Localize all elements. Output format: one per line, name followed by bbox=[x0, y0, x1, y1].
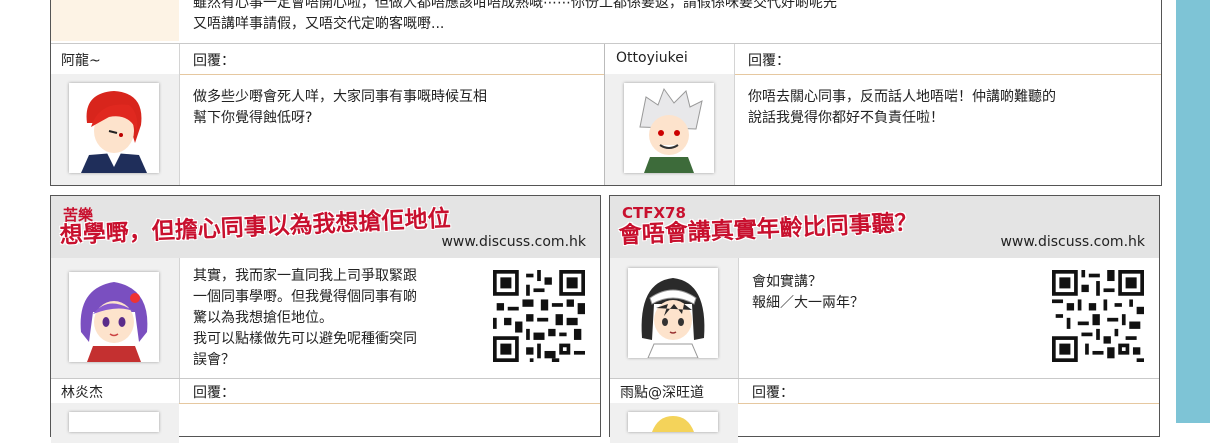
divider bbox=[179, 379, 180, 403]
avatar[interactable] bbox=[624, 83, 714, 173]
reply-username[interactable]: 雨點@深旺道 bbox=[620, 382, 704, 402]
divider bbox=[738, 379, 739, 403]
reply-post-text-right: 你唔去關心同事，反而話人地唔啱！仲講啲難聽的 說話我覺得你都好不負責任啦！ bbox=[748, 87, 1148, 129]
reply-label-left: 回覆： bbox=[193, 53, 235, 69]
divider bbox=[179, 44, 180, 74]
reply-header-row: 雨點@深旺道 回覆： bbox=[610, 378, 1159, 404]
divider bbox=[734, 44, 735, 74]
post-line: 誤會？ bbox=[193, 352, 235, 368]
thread-card-left: 苦樂 想學嘢，但擔心同事以為我想搶佢地位 www.discuss.com.hk … bbox=[50, 195, 601, 443]
post-line: 一個同事學嘢。但我覺得個同事有啲 bbox=[193, 289, 417, 305]
post-line: 報細／大一兩年？ bbox=[752, 295, 864, 311]
top-post-line: 又唔講咩事請假，又唔交代定啲客嘅嘢... bbox=[193, 16, 445, 32]
reply-post-text-left: 做多些少嘢會死人咩，大家同事有事嘅時候互相 幫下你覺得蝕低呀? bbox=[193, 87, 593, 129]
avatar[interactable] bbox=[69, 412, 159, 432]
avatar[interactable] bbox=[69, 272, 159, 362]
reply-label: 回覆： bbox=[193, 385, 235, 401]
reply-username[interactable]: 林炎杰 bbox=[61, 382, 103, 402]
reply-line: 你唔去關心同事，反而話人地唔啱！仲講啲難聽的 bbox=[748, 89, 1056, 105]
top-avatar-cell bbox=[51, 0, 179, 41]
thread-post-text: 其實，我而家一直同我上司爭取緊跟 一個同事學嘢。但我覺得個同事有啲 驚以為我想搶… bbox=[193, 266, 483, 371]
avatar[interactable] bbox=[628, 412, 718, 432]
avatar[interactable] bbox=[628, 268, 718, 358]
reply-line: 做多些少嘢會死人咩，大家同事有事嘅時候互相 bbox=[193, 89, 487, 105]
thread-card-header: 苦樂 想學嘢，但擔心同事以為我想搶佢地位 www.discuss.com.hk bbox=[51, 196, 600, 258]
divider bbox=[604, 44, 605, 74]
divider bbox=[734, 74, 735, 185]
thread-card-right: CTFX78 會唔會講真實年齡比同事聽？ www.discuss.com.hk … bbox=[609, 195, 1160, 443]
post-line: 其實，我而家一直同我上司爭取緊跟 bbox=[193, 268, 417, 284]
top-post-line: 雖然有心事一定會唔開心啦，但做人都唔應該咁唔成熟嘅⋯⋯你份工都係要返，請假係咪要… bbox=[193, 0, 837, 11]
reply-username-right[interactable]: Ottoyiukei bbox=[616, 50, 688, 66]
reply-line: 幫下你覺得蝕低呀? bbox=[193, 110, 313, 126]
top-reply-header-row: 阿龍~ 回覆： Ottoyiukei 回覆： bbox=[51, 43, 1161, 75]
reply-label-right: 回覆： bbox=[748, 53, 790, 69]
qr-code-icon[interactable] bbox=[1052, 270, 1144, 362]
reply-header-row: 林炎杰 回覆： bbox=[51, 378, 600, 404]
reply-line: 說話我覺得你都好不負責任啦！ bbox=[748, 110, 944, 126]
post-line: 會如實講？ bbox=[752, 274, 822, 290]
thread-card-header: CTFX78 會唔會講真實年齡比同事聽？ www.discuss.com.hk bbox=[610, 196, 1159, 258]
post-line: 我可以點樣做先可以避免呢種衝突同 bbox=[193, 331, 417, 347]
post-line: 驚以為我想搶佢地位。 bbox=[193, 310, 333, 326]
top-discussion-panel: 雖然有心事一定會唔開心啦，但做人都唔應該咁唔成熟嘅⋯⋯你份工都係要返，請假係咪要… bbox=[50, 0, 1162, 186]
avatar[interactable] bbox=[69, 83, 159, 173]
divider bbox=[179, 74, 180, 185]
qr-code-icon[interactable] bbox=[493, 270, 585, 362]
divider bbox=[738, 258, 739, 378]
right-border-strip bbox=[1176, 0, 1210, 423]
top-post-text: 雖然有心事一定會唔開心啦，但做人都唔應該咁唔成熟嘅⋯⋯你份工都係要返，請假係咪要… bbox=[193, 0, 1073, 35]
thread-post-text: 會如實講？ 報細／大一兩年？ bbox=[752, 272, 1042, 314]
thread-title[interactable]: 想學嘢，但擔心同事以為我想搶佢地位 bbox=[59, 199, 451, 250]
reply-username-left[interactable]: 阿龍~ bbox=[61, 50, 101, 70]
site-url[interactable]: www.discuss.com.hk bbox=[441, 234, 586, 250]
reply-label: 回覆： bbox=[752, 385, 794, 401]
site-url[interactable]: www.discuss.com.hk bbox=[1000, 234, 1145, 250]
divider bbox=[179, 258, 180, 378]
